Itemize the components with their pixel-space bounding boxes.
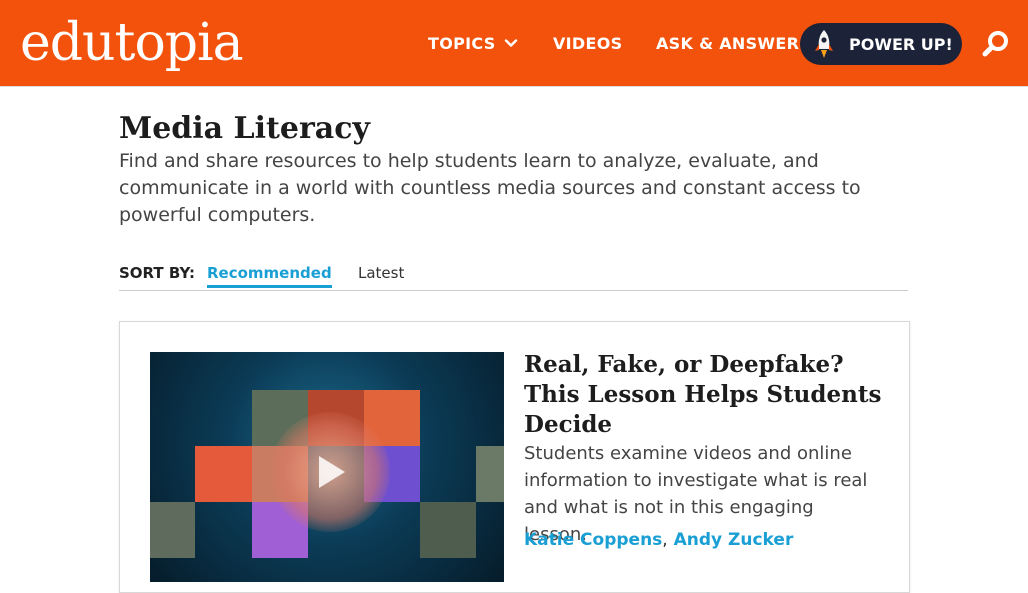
article-card: Real, Fake, or Deepfake? This Lesson Hel… bbox=[119, 321, 910, 593]
author-link[interactable]: Katie Coppens bbox=[524, 530, 662, 550]
page-description: Find and share resources to help student… bbox=[119, 150, 861, 226]
collage-tile bbox=[476, 446, 504, 502]
author-link[interactable]: Andy Zucker bbox=[674, 530, 794, 550]
chevron-down-icon bbox=[504, 39, 517, 47]
site-header: edutopia TOPICS VIDEOS ASK & ANSWER POWE… bbox=[0, 0, 1028, 87]
collage-tile bbox=[195, 446, 252, 502]
article-title[interactable]: Real, Fake, or Deepfake? This Lesson Hel… bbox=[524, 350, 884, 440]
collage-tile bbox=[420, 502, 476, 558]
article-authors: Katie Coppens, Andy Zucker bbox=[524, 530, 793, 550]
nav-ask-answer[interactable]: ASK & ANSWER bbox=[656, 0, 799, 86]
power-up-label: POWER UP! bbox=[849, 35, 953, 54]
sort-bar: SORT BY: Recommended Latest bbox=[119, 260, 908, 291]
rocket-icon bbox=[815, 30, 833, 58]
play-icon[interactable] bbox=[301, 446, 353, 498]
nav-topics-label: TOPICS bbox=[428, 33, 496, 53]
sort-option-recommended[interactable]: Recommended bbox=[207, 264, 332, 288]
page-title: Media Literacy bbox=[119, 111, 370, 146]
collage-tile bbox=[150, 502, 195, 558]
video-thumbnail[interactable] bbox=[150, 352, 504, 582]
nav-videos[interactable]: VIDEOS bbox=[553, 0, 622, 86]
edutopia-logo[interactable]: edutopia bbox=[20, 10, 244, 76]
nav-topics[interactable]: TOPICS bbox=[428, 0, 518, 86]
sort-option-latest[interactable]: Latest bbox=[358, 264, 404, 282]
search-icon[interactable] bbox=[982, 30, 1010, 58]
author-separator: , bbox=[662, 530, 668, 550]
sort-label: SORT BY: bbox=[119, 264, 196, 282]
power-up-button[interactable]: POWER UP! bbox=[800, 23, 962, 65]
